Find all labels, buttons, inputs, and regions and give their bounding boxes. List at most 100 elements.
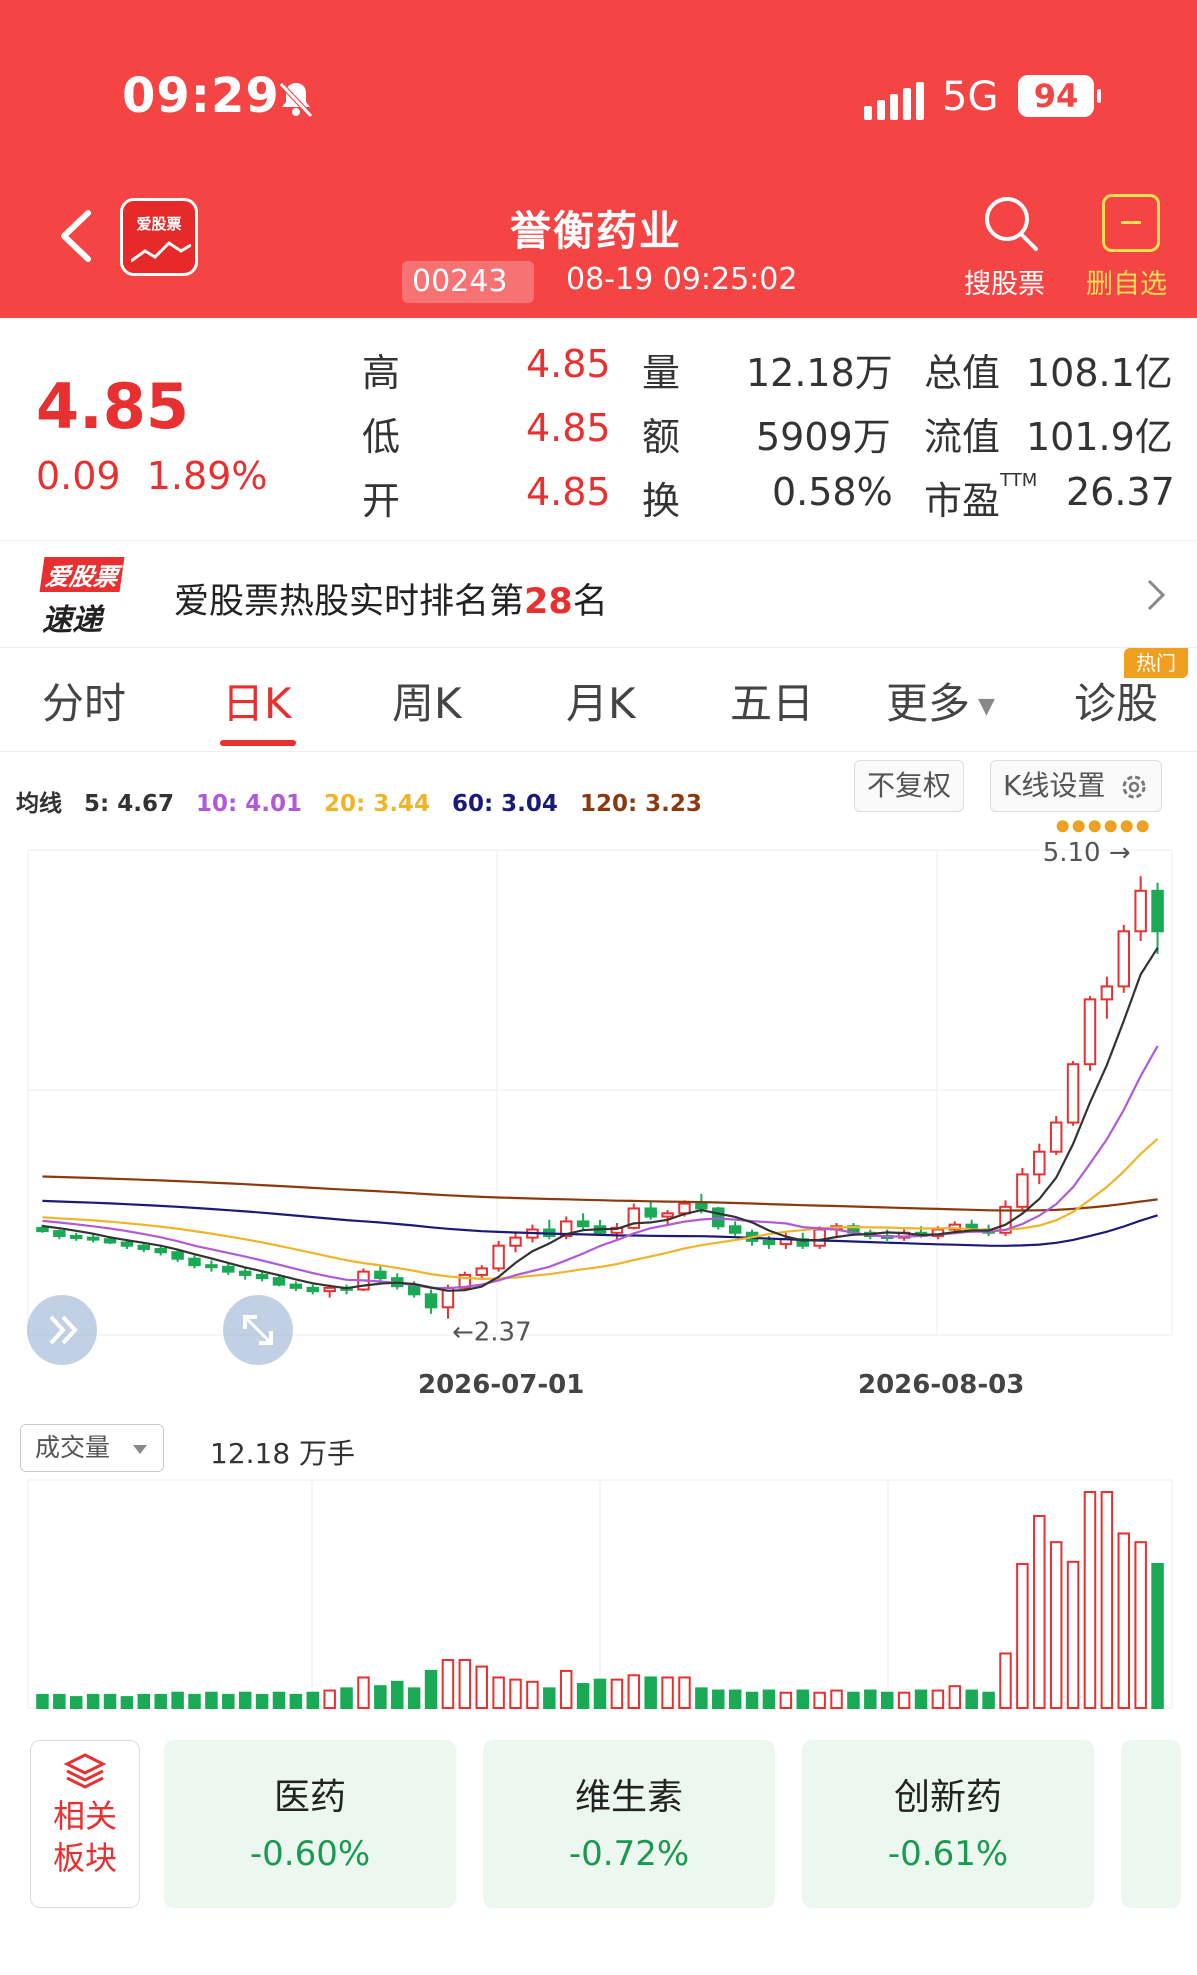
layers-icon [63, 1753, 107, 1789]
cellular-signal-icon [864, 82, 924, 120]
fullscreen-icon[interactable] [223, 1295, 293, 1365]
volume-bar [847, 1691, 860, 1710]
hot-dot [1104, 820, 1117, 833]
candle-body [323, 1286, 336, 1293]
tab-daily-k[interactable]: 日K [222, 670, 292, 731]
expand-panel-icon[interactable] [27, 1295, 97, 1365]
volume-bar [205, 1691, 218, 1710]
last-price: 4.85 [36, 370, 189, 443]
tab-weekly-k[interactable]: 周K [392, 670, 462, 731]
candle-body [1134, 889, 1147, 933]
volume-bar [1083, 1491, 1097, 1709]
hot-rank-banner[interactable]: 爱股票 速递 爱股票热股实时排名第28名 [0, 540, 1197, 648]
tab-five-day[interactable]: 五日 [730, 670, 814, 731]
tab-intraday[interactable]: 分时 [42, 670, 126, 731]
amount-label: 额 [642, 415, 681, 459]
remove-watchlist-button[interactable]: 删自选 [1086, 262, 1167, 301]
pe-label: 市盈TTM [924, 470, 1038, 523]
volume-bar [914, 1689, 928, 1710]
ma10-line [42, 1045, 1159, 1290]
volume-bar [340, 1687, 353, 1710]
volume-bar [897, 1691, 911, 1710]
volume-bar [661, 1676, 674, 1709]
candle-body [137, 1244, 151, 1250]
volume-bar [576, 1683, 590, 1709]
volume-bar [678, 1676, 691, 1709]
mcap-value: 108.1亿 [1026, 351, 1173, 395]
volume-label: 量 [642, 351, 681, 395]
related-sectors-button[interactable]: 相关 板块 [30, 1740, 140, 1908]
candle-body [255, 1273, 269, 1280]
volume-bar [830, 1689, 843, 1710]
hot-dot [1120, 820, 1133, 833]
volume-bar [171, 1691, 184, 1710]
volume-bar [644, 1676, 657, 1709]
ma120-line [42, 1175, 1158, 1212]
back-chevron-icon[interactable] [52, 205, 102, 267]
sector-card-partial[interactable] [1121, 1740, 1181, 1908]
volume-bar [391, 1680, 404, 1709]
ma5-value: 5: 4.67 [84, 791, 174, 817]
volume-bar [864, 1689, 877, 1710]
candle-body [576, 1220, 590, 1228]
volume-bar [323, 1689, 336, 1710]
candle-body [813, 1228, 826, 1247]
volume-bar [120, 1696, 134, 1709]
k-settings-button[interactable]: K线设置 [990, 760, 1163, 812]
app-logo[interactable]: 爱股票 [120, 198, 198, 276]
volume-bar [880, 1691, 894, 1710]
candle-body [678, 1202, 691, 1215]
candle-body [70, 1235, 83, 1239]
candle-body [1083, 998, 1097, 1066]
volume-bar [103, 1693, 117, 1710]
candle-body [53, 1230, 66, 1238]
active-tab-indicator [220, 740, 296, 746]
tab-more[interactable]: 更多 ▼ [886, 670, 995, 731]
volume-bar [86, 1693, 100, 1710]
stock-code: 00243 [402, 261, 534, 303]
candle-body [205, 1264, 218, 1269]
gear-icon [1122, 775, 1146, 799]
tab-diagnose[interactable]: 诊股 [1074, 670, 1158, 731]
hot-dot [1072, 820, 1085, 833]
trend-icon [131, 241, 191, 263]
sector-card[interactable]: 维生素 -0.72% [483, 1740, 775, 1908]
banner-logo: 爱股票 速递 [38, 557, 142, 638]
candle-body [1049, 1121, 1063, 1153]
candle-body [1117, 930, 1130, 988]
quote-panel: 4.85 0.09 1.89% 高 4.85 低 4.85 开 4.85 量 1… [0, 318, 1197, 540]
high-label: 高 [362, 351, 401, 395]
status-time: 09:29 [122, 68, 280, 124]
candle-body [306, 1286, 320, 1293]
volume-bar [1100, 1491, 1114, 1709]
volume-bar [272, 1691, 286, 1710]
volume-bar [745, 1691, 759, 1710]
ma5-line [42, 947, 1159, 1292]
volume-bar [627, 1674, 641, 1709]
kline-chart[interactable]: 5.10 → ←2.37 [0, 820, 1197, 1720]
candle-body [475, 1267, 488, 1276]
ma10-value: 10: 4.01 [196, 791, 302, 817]
high-annotation: 5.10 → [1043, 838, 1131, 868]
search-stock-button[interactable]: 搜股票 [964, 262, 1045, 301]
open-label: 开 [362, 479, 401, 523]
related-sectors: 相关 板块 医药 -0.60% 维生素 -0.72% 创新药 -0.61% [0, 1720, 1197, 1975]
sector-card[interactable]: 创新药 -0.61% [802, 1740, 1094, 1908]
candle-body [188, 1257, 201, 1267]
indicator-selector[interactable]: 成交量 [20, 1424, 164, 1472]
volume-bar [424, 1669, 438, 1710]
low-annotation: ←2.37 [452, 1318, 532, 1348]
sector-card[interactable]: 医药 -0.60% [164, 1740, 456, 1908]
volume-bar [137, 1693, 151, 1710]
chevron-right-icon [1147, 579, 1166, 611]
volume-bar [965, 1689, 978, 1710]
volume-bar [813, 1691, 826, 1710]
turnover-label: 换 [642, 479, 681, 523]
candle-body [728, 1225, 742, 1234]
search-icon[interactable] [980, 192, 1042, 254]
adjust-button[interactable]: 不复权 [854, 760, 965, 812]
volume-bar [593, 1678, 607, 1709]
remove-watchlist-icon[interactable] [1102, 194, 1160, 252]
volume-bar [374, 1685, 387, 1710]
tab-monthly-k[interactable]: 月K [566, 670, 636, 731]
